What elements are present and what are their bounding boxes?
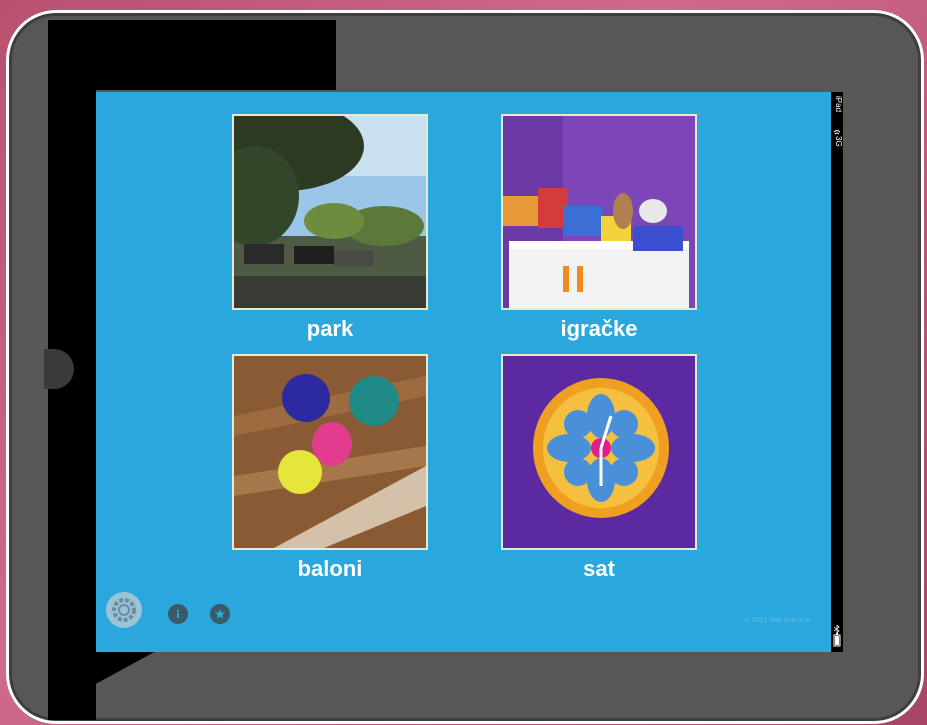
info-icon bbox=[177, 610, 179, 618]
settings-button[interactable] bbox=[106, 592, 142, 628]
bezel-shadow-wedge bbox=[48, 650, 158, 710]
tile-label-sat: sat bbox=[583, 556, 615, 581]
favorite-button[interactable] bbox=[210, 604, 230, 624]
copyright-text: © 2012 Mali kupus.hr bbox=[744, 617, 811, 624]
tile-sat[interactable] bbox=[501, 354, 697, 550]
clock-photo bbox=[503, 356, 695, 548]
bluetooth-icon bbox=[833, 618, 840, 634]
tile-label-baloni: baloni bbox=[297, 556, 363, 581]
balloons-photo bbox=[234, 356, 426, 548]
network-label: 3G bbox=[834, 136, 843, 147]
app-screen: park igračke baloni sat © 2012 Mali kupu… bbox=[96, 92, 831, 652]
tile-label-igracke: igračke bbox=[560, 316, 638, 341]
gear-icon bbox=[112, 598, 136, 622]
status-bar: iPad 3G bbox=[831, 92, 843, 652]
park-photo bbox=[234, 116, 426, 308]
tile-igracke[interactable] bbox=[501, 114, 697, 310]
info-button[interactable] bbox=[168, 604, 188, 624]
toys-photo bbox=[503, 116, 695, 308]
tile-park[interactable] bbox=[232, 114, 428, 310]
tile-label-park: park bbox=[306, 316, 354, 341]
star-icon bbox=[215, 609, 225, 619]
battery-icon bbox=[833, 632, 841, 647]
device-name: iPad bbox=[834, 96, 843, 113]
wifi-icon bbox=[833, 122, 841, 135]
tile-baloni[interactable] bbox=[232, 354, 428, 550]
